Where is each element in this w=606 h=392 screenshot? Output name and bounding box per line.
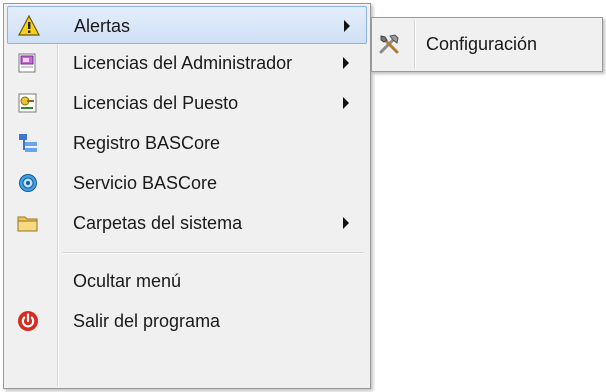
menu-item-licencias-puesto[interactable]: Licencias del Puesto	[7, 84, 367, 122]
submenu-arrow-icon	[344, 20, 350, 32]
submenu-arrow-icon	[343, 217, 349, 229]
menu-item-carpetas-sistema[interactable]: Carpetas del sistema	[7, 204, 367, 242]
menu-separator	[62, 252, 364, 254]
warning-icon	[18, 14, 40, 37]
license-admin-icon	[17, 52, 39, 74]
menu-item-label: Servicio BASCore	[73, 173, 218, 193]
menu-item-label: Registro BASCore	[73, 133, 221, 153]
submenu-arrow-icon	[343, 57, 349, 69]
submenu-item-label: Configuración	[426, 34, 538, 54]
menu-item-label: Carpetas del sistema	[73, 213, 243, 233]
folder-icon	[17, 212, 39, 234]
power-icon	[17, 310, 39, 332]
submenu-arrow-icon	[343, 97, 349, 109]
registry-icon	[17, 132, 39, 154]
submenu-item-configuracion[interactable]: Configuración	[374, 26, 600, 64]
menu-item-label: Licencias del Administrador	[73, 53, 293, 73]
menu-item-label: Alertas	[74, 16, 131, 36]
menu-item-licencias-administrador[interactable]: Licencias del Administrador	[7, 44, 367, 82]
service-gear-icon	[17, 172, 39, 194]
license-workstation-icon	[17, 92, 39, 114]
context-menu: Alertas Licencias del Administrador Lice…	[3, 3, 371, 389]
menu-item-label: Licencias del Puesto	[73, 93, 239, 113]
menu-item-registro-bascore[interactable]: Registro BASCore	[7, 124, 367, 162]
menu-item-label: Salir del programa	[73, 311, 221, 331]
alertas-submenu: Configuración	[371, 17, 603, 72]
tools-icon	[377, 32, 399, 54]
menu-item-servicio-bascore[interactable]: Servicio BASCore	[7, 164, 367, 202]
menu-item-salir-programa[interactable]: Salir del programa	[7, 302, 367, 340]
menu-item-alertas[interactable]: Alertas	[7, 6, 367, 44]
menu-item-ocultar-menu[interactable]: Ocultar menú	[7, 262, 367, 300]
menu-item-label: Ocultar menú	[73, 271, 182, 291]
